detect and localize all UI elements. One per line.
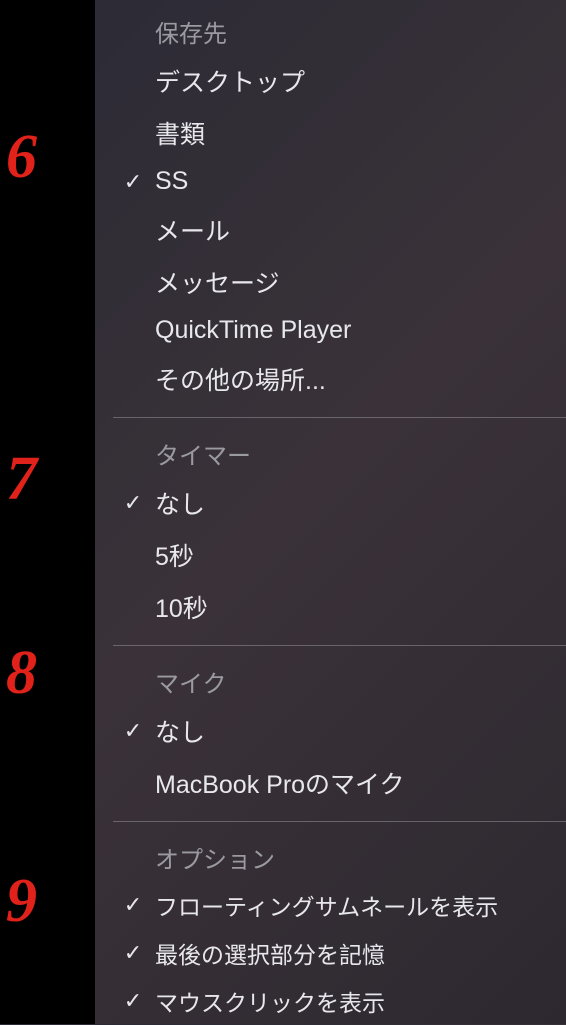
menu-item-label: SS: [155, 167, 566, 196]
menu-item-messages[interactable]: メッセージ: [95, 256, 566, 308]
menu-item-desktop[interactable]: デスクトップ: [95, 55, 566, 107]
menu-item-label: なし: [155, 713, 566, 749]
menu-separator: [113, 821, 566, 822]
annotation-6: 6: [6, 126, 37, 188]
menu-item-label: 書類: [155, 115, 566, 151]
annotation-9: 9: [6, 870, 37, 932]
menu-item-timer-5s[interactable]: 5秒: [95, 529, 566, 581]
section-header-timer: タイマー: [95, 428, 566, 477]
check-icon: ✓: [124, 988, 142, 1014]
menu-item-label: マウスクリックを表示: [155, 984, 566, 1018]
menu-item-remember-selection[interactable]: ✓ 最後の選択部分を記憶: [95, 929, 566, 977]
menu-item-mic-macbook[interactable]: MacBook Proのマイク: [95, 757, 566, 809]
check-slot: ✓: [111, 169, 155, 195]
annotation-7: 7: [6, 448, 37, 510]
menu-item-label: メッセージ: [155, 264, 566, 300]
menu-item-ss[interactable]: ✓ SS: [95, 159, 566, 204]
menu-item-label: メール: [155, 212, 566, 248]
menu-item-timer-10s[interactable]: 10秒: [95, 581, 566, 633]
menu-item-label: QuickTime Player: [155, 316, 566, 345]
check-slot: ✓: [111, 940, 155, 966]
check-icon: ✓: [124, 169, 142, 195]
section-header-options: オプション: [95, 832, 566, 881]
options-menu: 保存先 デスクトップ 書類 ✓ SS メール メッセージ QuickTime P…: [95, 0, 566, 1025]
menu-item-floating-thumbnail[interactable]: ✓ フローティングサムネールを表示: [95, 881, 566, 929]
check-slot: ✓: [111, 988, 155, 1014]
check-icon: ✓: [124, 940, 142, 966]
section-header-save-to: 保存先: [95, 6, 566, 55]
annotation-8: 8: [6, 642, 37, 704]
menu-item-label: なし: [155, 485, 566, 521]
menu-separator: [113, 645, 566, 646]
section-header-mic: マイク: [95, 656, 566, 705]
menu-item-label: その他の場所...: [155, 361, 566, 397]
menu-item-label: デスクトップ: [155, 63, 566, 99]
menu-item-documents[interactable]: 書類: [95, 107, 566, 159]
menu-item-label: 最後の選択部分を記憶: [155, 936, 566, 970]
menu-item-label: フローティングサムネールを表示: [155, 888, 566, 922]
check-slot: ✓: [111, 892, 155, 918]
menu-item-timer-none[interactable]: ✓ なし: [95, 477, 566, 529]
check-icon: ✓: [124, 490, 142, 516]
check-slot: ✓: [111, 718, 155, 744]
menu-item-mail[interactable]: メール: [95, 204, 566, 256]
menu-item-quicktime[interactable]: QuickTime Player: [95, 308, 566, 353]
menu-item-show-clicks[interactable]: ✓ マウスクリックを表示: [95, 977, 566, 1025]
menu-separator: [113, 417, 566, 418]
check-icon: ✓: [124, 718, 142, 744]
menu-item-label: 10秒: [155, 589, 566, 625]
check-icon: ✓: [124, 892, 142, 918]
menu-item-other-location[interactable]: その他の場所...: [95, 353, 566, 405]
check-slot: ✓: [111, 490, 155, 516]
menu-item-label: 5秒: [155, 537, 566, 573]
menu-item-label: MacBook Proのマイク: [155, 765, 566, 801]
menu-item-mic-none[interactable]: ✓ なし: [95, 705, 566, 757]
annotation-strip: 6 7 8 9: [0, 0, 95, 1024]
